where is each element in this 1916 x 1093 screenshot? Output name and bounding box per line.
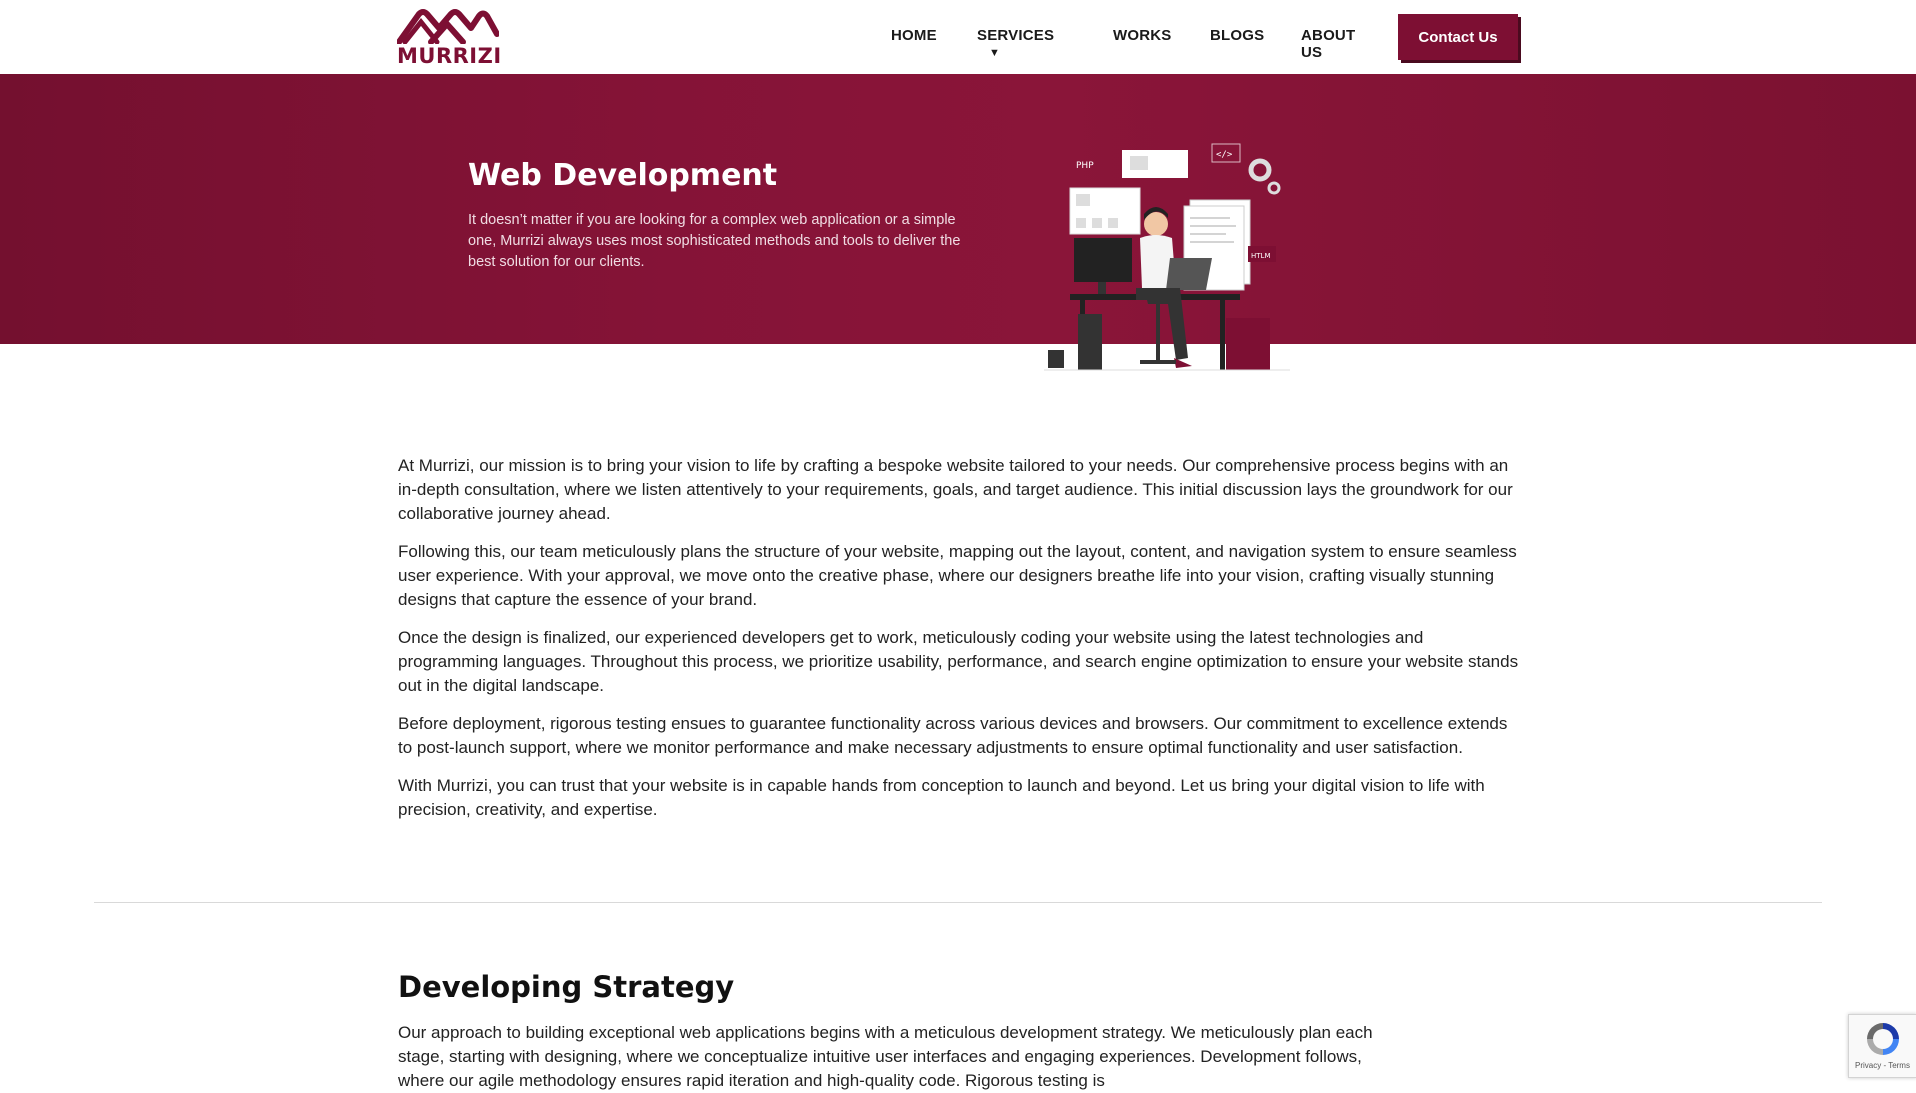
recaptcha-badge[interactable]: Privacy - Terms [1848,1014,1916,1078]
html-label: HTLM [1251,252,1270,260]
code-label: </> [1216,150,1233,160]
nav-services-label: SERVICES [977,27,1055,44]
section-title: Developing Strategy [398,970,735,1004]
content-paragraph: At Murrizi, our mission is to bring your… [398,456,1513,523]
hero-description: It doesn’t matter if you are looking for… [468,212,961,270]
content-paragraph: Following this, our team meticulously pl… [398,542,1517,609]
logo-wordmark: MURRIZI [397,44,502,68]
nav-blogs[interactable]: BLOGS [1210,27,1264,44]
recaptcha-links[interactable]: Privacy - Terms [1855,1061,1910,1070]
nav-works[interactable]: WORKS [1113,27,1172,44]
site-header: MURRIZI HOME SERVICES ▼ WORKS BLOGS ABOUT… [0,0,1916,74]
page-title: Web Development [468,158,778,193]
recaptcha-icon [1867,1023,1899,1055]
nav-about-us[interactable]: ABOUT US [1301,27,1355,61]
content-paragraph: With Murrizi, you can trust that your we… [398,776,1485,819]
logo-mountains-icon [397,9,499,44]
developer-illustration: PHP </> HTLM [1040,138,1300,383]
section-text: Our approach to building exceptional web… [398,1023,1373,1090]
section-divider [94,902,1822,903]
php-label: PHP [1076,161,1094,171]
main-content: At Murrizi, our mission is to bring your… [398,454,1520,836]
nav-services[interactable]: SERVICES ▼ [977,27,1054,61]
content-paragraph: Once the design is finalized, our experi… [398,628,1519,695]
contact-us-button[interactable]: Contact Us [1398,14,1518,60]
murrizi-logo[interactable]: MURRIZI [397,8,502,68]
hero-banner [0,74,1916,344]
content-paragraph: Before deployment, rigorous testing ensu… [398,714,1508,757]
nav-home[interactable]: HOME [891,27,937,44]
chevron-down-icon: ▼ [989,47,1001,59]
